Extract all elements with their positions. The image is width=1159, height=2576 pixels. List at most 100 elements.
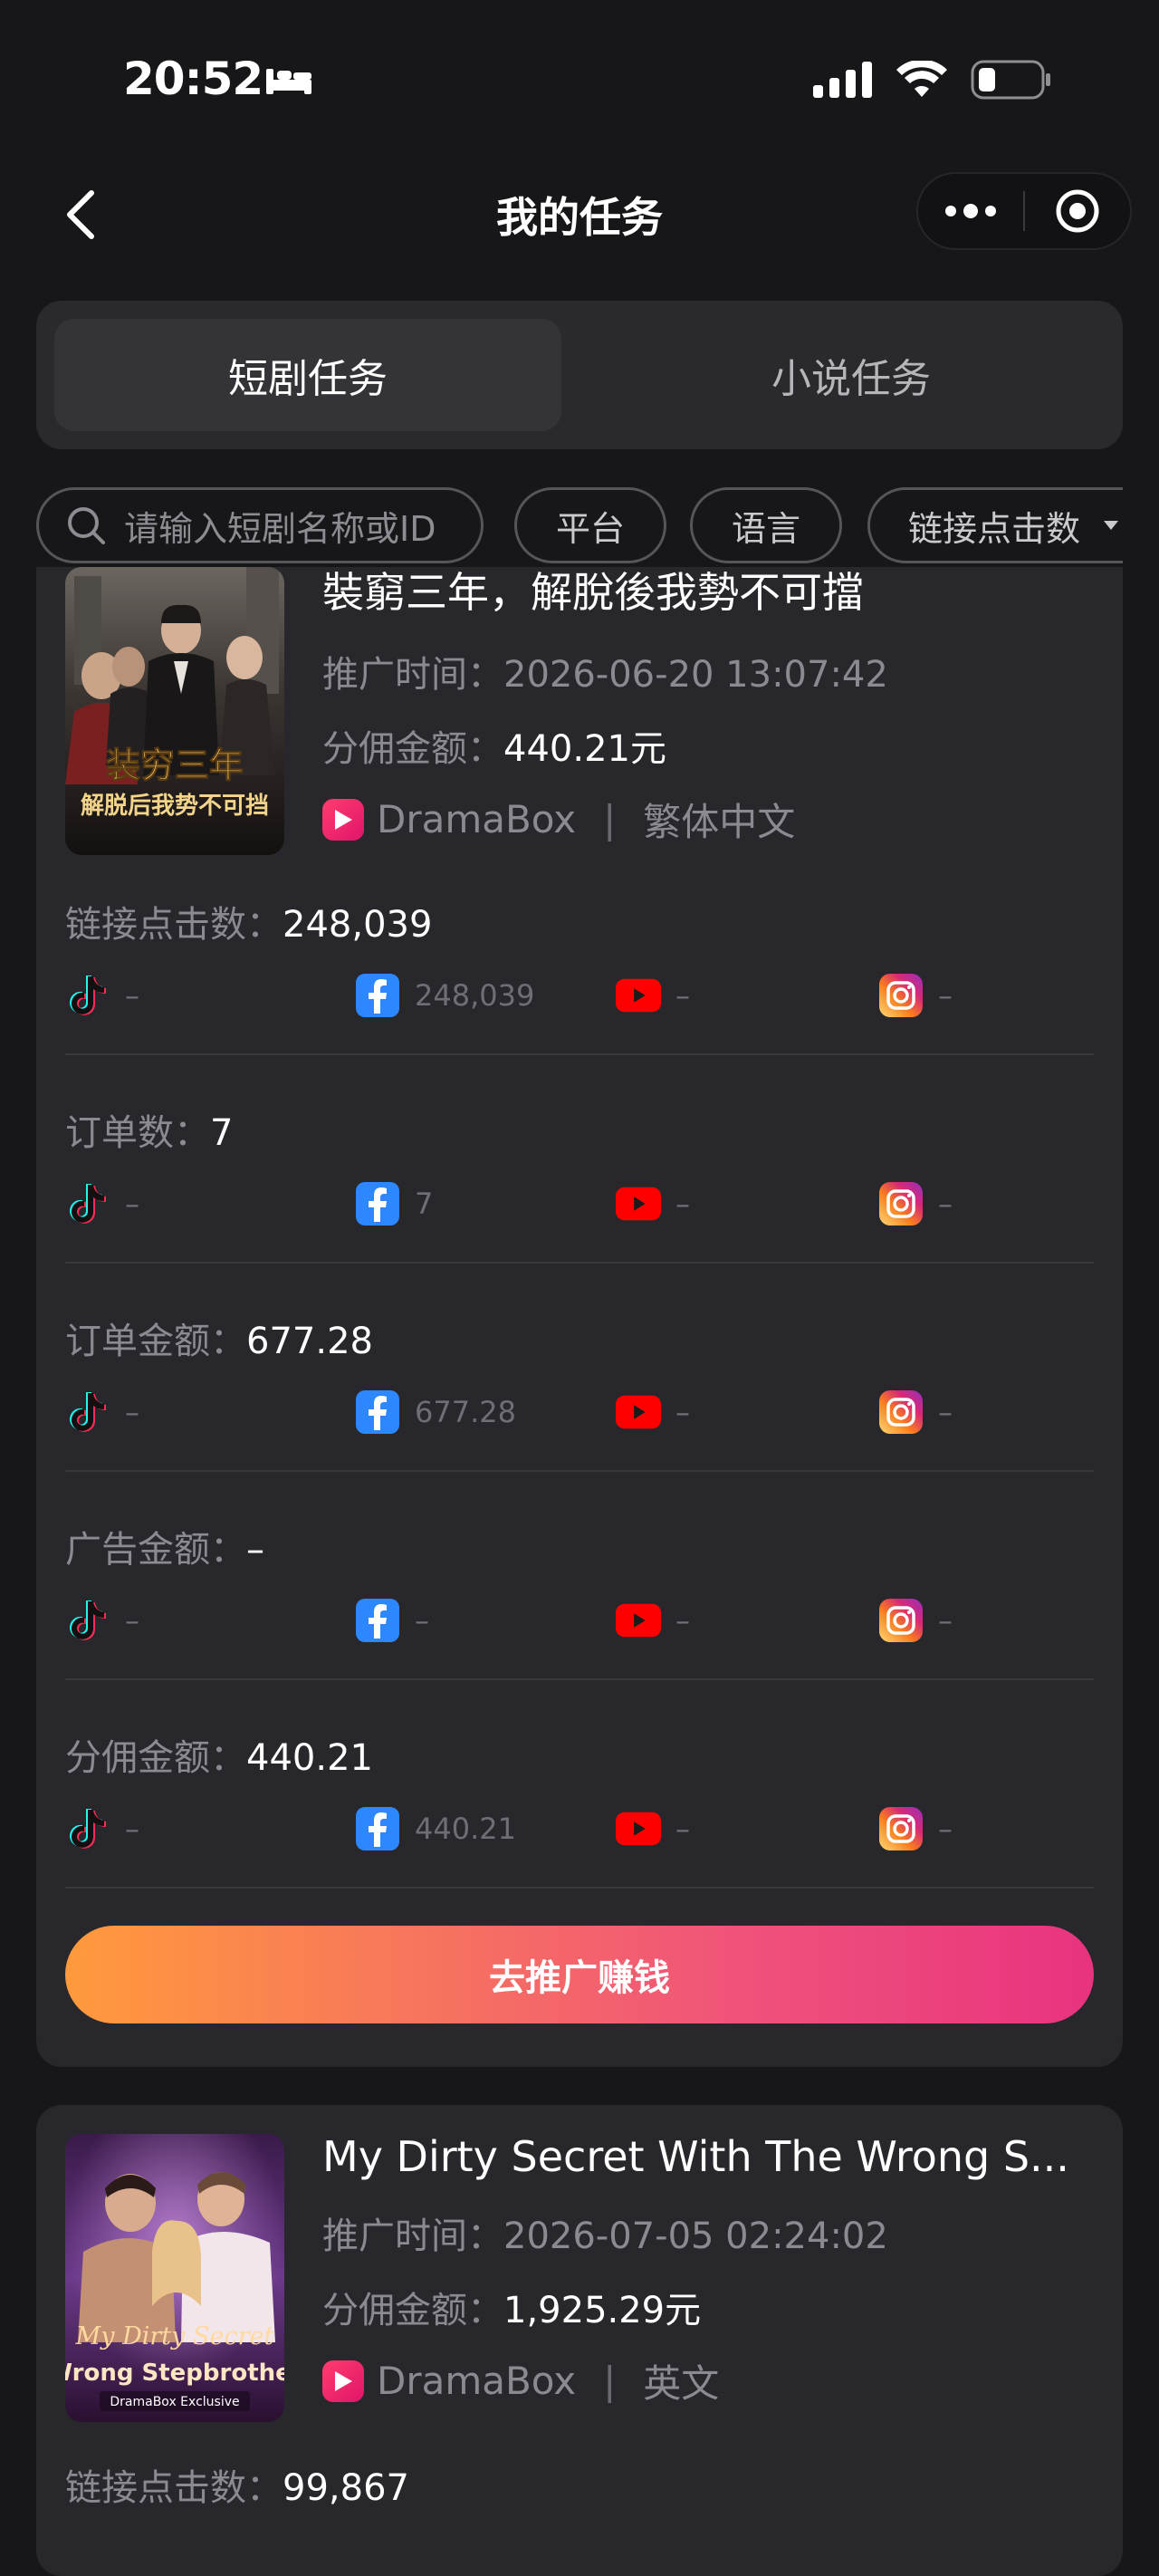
youtube-icon	[616, 973, 661, 1018]
youtube-value: –	[675, 1812, 690, 1846]
metric-value: 248,039	[283, 904, 433, 946]
tab-short-drama[interactable]: 短剧任务	[54, 319, 561, 431]
metric-value: 7	[210, 1112, 234, 1154]
divider	[65, 1053, 1094, 1055]
instagram-cell: –	[878, 1389, 953, 1435]
platform-breakdown-row: – 440.21 – –	[65, 1806, 1094, 1870]
search-icon	[68, 507, 105, 544]
platform-name: DramaBox	[377, 797, 577, 841]
sleep-mode-icon	[264, 65, 313, 100]
tab-novel[interactable]: 小说任务	[598, 319, 1105, 431]
instagram-icon	[878, 1806, 924, 1851]
instagram-icon	[878, 1181, 924, 1226]
tiktok-cell: –	[65, 1389, 139, 1435]
metric-label: 广告金额：–	[65, 1520, 1094, 1572]
metric-label: 订单数：7	[65, 1103, 1094, 1156]
metric-ad-amount: 广告金额：– – – – –	[65, 1520, 1094, 1661]
metric-label: 链接点击数：99,867	[65, 2458, 1094, 2511]
facebook-icon	[355, 1806, 400, 1851]
facebook-value: 248,039	[415, 978, 535, 1013]
navigation-bar: 我的任务	[0, 163, 1159, 263]
metric-commission: 分佣金额：440.21 – 440.21 – –	[65, 1728, 1094, 1870]
link-clicks-sort[interactable]: 链接点击数	[867, 487, 1123, 563]
promo-time: 推广时间：2026-06-20 13:07:42	[322, 645, 888, 697]
youtube-cell: –	[616, 973, 690, 1018]
facebook-icon	[355, 1598, 400, 1643]
facebook-icon	[355, 973, 400, 1018]
promo-time: 推广时间：2026-07-05 02:24:02	[322, 2206, 888, 2259]
more-dots-icon	[945, 204, 996, 218]
tiktok-cell: –	[65, 1598, 139, 1643]
facebook-value: 440.21	[415, 1812, 516, 1846]
svg-text:DramaBox Exclusive: DramaBox Exclusive	[110, 2395, 239, 2409]
facebook-cell: –	[355, 1598, 429, 1643]
commission-value: 440.21元	[503, 728, 666, 770]
instagram-value: –	[938, 978, 953, 1013]
instagram-icon	[878, 973, 924, 1018]
tiktok-value: –	[125, 1603, 139, 1638]
drama-cover-image[interactable]: My Dirty Secret Wrong Stepbrother DramaB…	[65, 2134, 284, 2422]
platform-filter[interactable]: 平台	[514, 487, 666, 563]
promote-earn-button[interactable]: 去推广赚钱	[65, 1926, 1094, 2023]
commission-label: 分佣金额：	[322, 728, 503, 770]
search-placeholder: 请输入短剧名称或ID	[124, 508, 436, 549]
commission-label: 分佣金额：	[322, 2290, 503, 2331]
platform-breakdown-row: – – – –	[65, 1598, 1094, 1661]
youtube-cell: –	[616, 1389, 690, 1435]
youtube-icon	[616, 1598, 661, 1643]
drama-title: My Dirty Secret With The Wrong S...	[322, 2132, 1069, 2181]
separator: |	[603, 797, 617, 841]
metric-value: 440.21	[246, 1737, 373, 1779]
tiktok-icon	[65, 973, 110, 1018]
more-button[interactable]	[918, 203, 1023, 219]
svg-text:装穷三年: 装穷三年	[106, 745, 244, 785]
svg-text:Wrong Stepbrother: Wrong Stepbrother	[65, 2360, 284, 2387]
platform-breakdown-row: – 677.28 – –	[65, 1389, 1094, 1453]
promo-time-value: 2026-06-20 13:07:42	[503, 654, 888, 696]
drama-title: 裝窮三年，解脫後我勢不可擋	[322, 568, 864, 617]
facebook-cell: 7	[355, 1181, 433, 1226]
instagram-cell: –	[878, 973, 953, 1018]
language-filter[interactable]: 语言	[690, 487, 842, 563]
commission-value: 1,925.29元	[503, 2290, 702, 2331]
instagram-value: –	[938, 1812, 953, 1846]
facebook-value: 7	[415, 1187, 434, 1221]
metric-label: 订单金额：677.28	[65, 1312, 1094, 1364]
tiktok-value: –	[125, 1187, 139, 1221]
tiktok-icon	[65, 1181, 110, 1226]
metric-name: 链接点击数：	[65, 2467, 283, 2509]
svg-text:解脱后我势不可挡: 解脱后我势不可挡	[81, 793, 269, 820]
drama-cover-image[interactable]: 装穷三年 解脱后我势不可挡	[65, 567, 284, 855]
instagram-cell: –	[878, 1598, 953, 1643]
filter-bar: 请输入短剧名称或ID 平台 语言 链接点击数	[36, 485, 1123, 567]
platform-language: DramaBox | 繁体中文	[322, 792, 795, 847]
close-mini-program-button[interactable]	[1025, 187, 1130, 235]
metric-name: 链接点击数：	[65, 904, 283, 946]
tiktok-value: –	[125, 978, 139, 1013]
battery-icon	[971, 60, 1052, 103]
language-name: 繁体中文	[643, 800, 796, 844]
status-time: 20:52	[123, 53, 263, 105]
youtube-value: –	[675, 1603, 690, 1638]
metric-value: 99,867	[283, 2467, 409, 2509]
metric-name: 广告金额：	[65, 1529, 246, 1571]
facebook-icon	[355, 1389, 400, 1435]
youtube-cell: –	[616, 1181, 690, 1226]
instagram-cell: –	[878, 1806, 953, 1851]
metric-order-amount: 订单金额：677.28 – 677.28 – –	[65, 1312, 1094, 1453]
divider	[65, 1470, 1094, 1472]
language-name: 英文	[643, 2361, 720, 2406]
metric-link-clicks: 链接点击数：248,039 – 248,039 – –	[65, 895, 1094, 1036]
search-input[interactable]: 请输入短剧名称或ID	[36, 487, 484, 563]
divider	[65, 1887, 1094, 1889]
metric-link-clicks: 链接点击数：99,867	[65, 2458, 1094, 2511]
facebook-value: 677.28	[415, 1395, 516, 1429]
commission: 分佣金额：1,925.29元	[322, 2281, 701, 2333]
metric-label: 分佣金额：440.21	[65, 1728, 1094, 1781]
promo-time-value: 2026-07-05 02:24:02	[503, 2216, 888, 2257]
task-card: My Dirty Secret Wrong Stepbrother DramaB…	[36, 2105, 1123, 2576]
platform-breakdown-row: – 248,039 – –	[65, 973, 1094, 1036]
svg-text:My Dirty Secret: My Dirty Secret	[75, 2322, 274, 2350]
metric-name: 分佣金额：	[65, 1737, 246, 1779]
metric-value: 677.28	[246, 1321, 373, 1362]
